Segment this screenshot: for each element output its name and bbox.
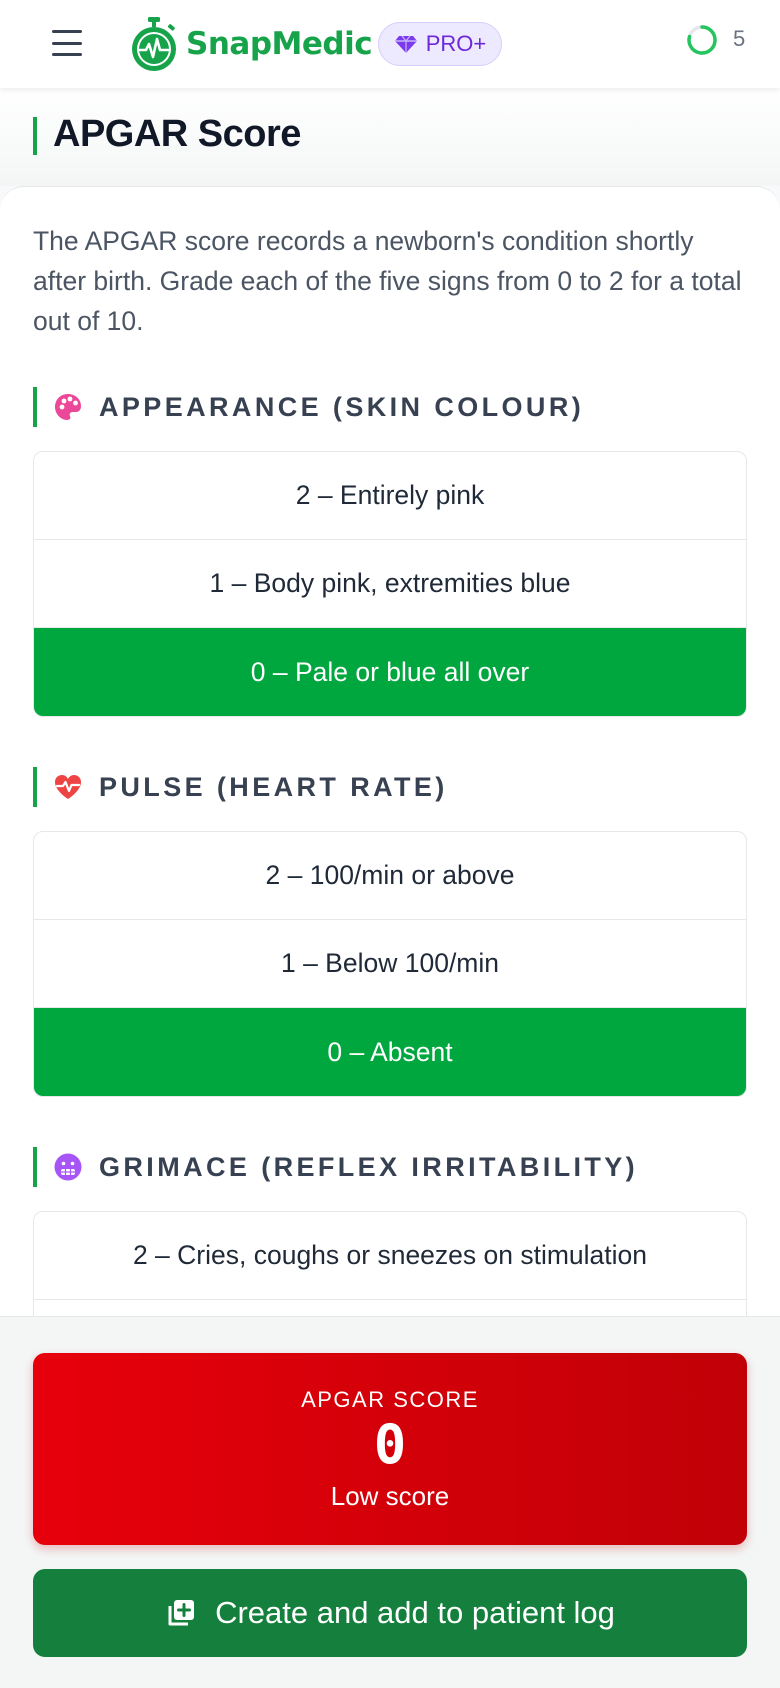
score-interpretation: Low score	[330, 1481, 450, 1511]
section-header-pulse: Pulse (heart rate)	[33, 767, 753, 807]
score-value: 0	[373, 1413, 407, 1476]
option-pulse-2[interactable]: 2 – 100/min or above	[34, 832, 746, 920]
section-accent-bar	[33, 767, 37, 807]
score-card: APGAR SCORE 0 Low score	[33, 1353, 747, 1545]
hamburger-menu-icon[interactable]	[52, 30, 82, 56]
brand-logo[interactable]: SnapMedic	[128, 14, 373, 74]
options-grimace: 2 – Cries, coughs or sneezes on stimulat…	[33, 1211, 747, 1316]
section-label: Grimace (reflex irritability)	[99, 1151, 639, 1182]
option-appearance-0[interactable]: 0 – Pale or blue all over	[34, 628, 746, 716]
top-app-bar: SnapMedic PRO+ 5	[0, 0, 780, 88]
progress-ring-icon	[687, 25, 717, 55]
section-accent-bar	[33, 1147, 37, 1187]
heart-pulse-icon	[55, 775, 81, 799]
pro-plus-badge[interactable]: PRO+	[378, 22, 502, 66]
section-header-appearance: Appearance (skin colour)	[33, 387, 753, 427]
app-name: SnapMedic	[186, 26, 373, 62]
title-accent-bar	[33, 117, 37, 155]
section-accent-bar	[33, 387, 37, 427]
score-label: APGAR SCORE	[301, 1387, 479, 1412]
options-appearance: 2 – Entirely pink 1 – Body pink, extremi…	[33, 451, 747, 717]
create-and-add-button[interactable]: Create and add to patient log	[33, 1569, 747, 1657]
option-pulse-0[interactable]: 0 – Absent	[34, 1008, 746, 1096]
option-appearance-2[interactable]: 2 – Entirely pink	[34, 452, 746, 540]
section-header-grimace: Grimace (reflex irritability)	[33, 1147, 753, 1187]
option-grimace-1[interactable]	[34, 1300, 746, 1316]
page-header: APGAR Score	[0, 88, 780, 186]
stopwatch-heartbeat-icon	[132, 17, 176, 71]
option-pulse-1[interactable]: 1 – Below 100/min	[34, 920, 746, 1008]
palette-icon	[55, 394, 81, 420]
option-appearance-1[interactable]: 1 – Body pink, extremities blue	[34, 540, 746, 628]
section-label: Appearance (skin colour)	[99, 391, 585, 422]
create-button-label: Create and add to patient log	[215, 1595, 615, 1630]
pro-badge-label: PRO+	[425, 31, 487, 56]
add-to-log-icon	[168, 1600, 195, 1626]
options-pulse: 2 – 100/min or above 1 – Below 100/min 0…	[33, 831, 747, 1097]
option-grimace-2[interactable]: 2 – Cries, coughs or sneezes on stimulat…	[34, 1212, 746, 1300]
intro-text: The APGAR score records a newborn's cond…	[33, 226, 742, 336]
calculator-content[interactable]: The APGAR score records a newborn's cond…	[0, 186, 780, 1316]
credit-counter: 5	[733, 26, 746, 51]
page-title: APGAR Score	[53, 113, 301, 155]
result-panel: APGAR SCORE 0 Low score Create and add t…	[0, 1316, 780, 1688]
grimace-face-icon	[54, 1153, 82, 1181]
gem-icon	[394, 35, 417, 53]
section-label: Pulse (heart rate)	[99, 771, 448, 802]
